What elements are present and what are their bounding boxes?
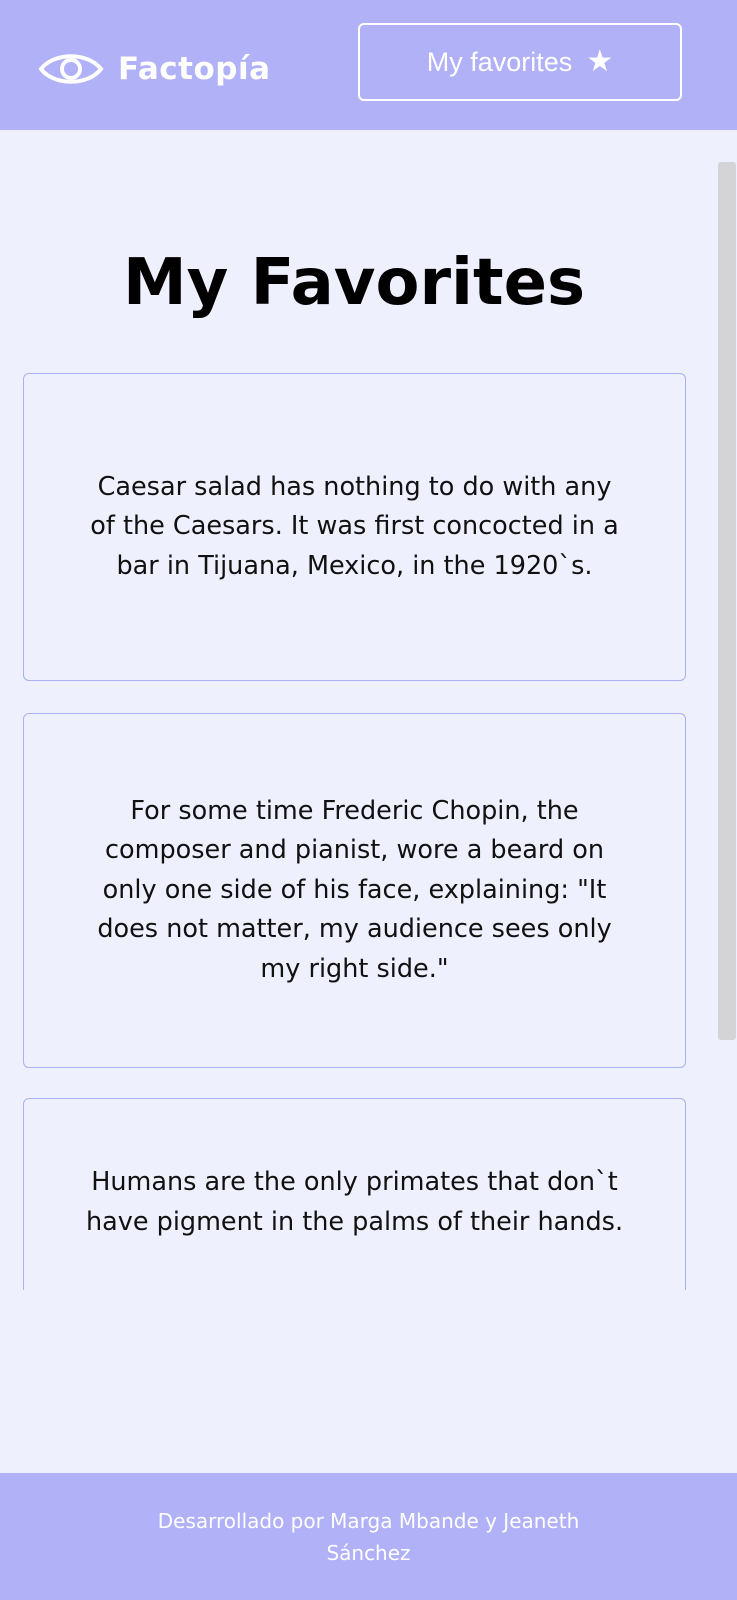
eye-icon bbox=[38, 49, 104, 89]
favorites-content[interactable]: My Favorites Caesar salad has nothing to… bbox=[0, 130, 737, 1290]
app-header: Factopía My favorites ★ bbox=[0, 0, 737, 130]
my-favorites-button[interactable]: My favorites ★ bbox=[358, 23, 682, 101]
fact-text: Caesar salad has nothing to do with any … bbox=[90, 471, 619, 581]
scrollbar-thumb[interactable] bbox=[718, 162, 736, 1040]
star-icon: ★ bbox=[586, 45, 614, 78]
footer-credit: Desarrollado por Marga Mbande y Jeaneth … bbox=[157, 1508, 580, 1565]
fact-card: For some time Frederic Chopin, the compo… bbox=[23, 713, 686, 1068]
page-title: My Favorites bbox=[122, 246, 586, 320]
app-footer: Desarrollado por Marga Mbande y Jeaneth … bbox=[0, 1473, 737, 1600]
my-favorites-label: My favorites bbox=[426, 46, 573, 77]
fact-card: Caesar salad has nothing to do with any … bbox=[23, 373, 686, 681]
fact-card: Humans are the only primates that don`t … bbox=[23, 1098, 686, 1290]
fact-text: Humans are the only primates that don`t … bbox=[85, 1167, 624, 1237]
logo[interactable]: Factopía bbox=[38, 44, 271, 94]
fact-text: For some time Frederic Chopin, the compo… bbox=[97, 795, 612, 984]
logo-text: Factopía bbox=[118, 51, 271, 87]
